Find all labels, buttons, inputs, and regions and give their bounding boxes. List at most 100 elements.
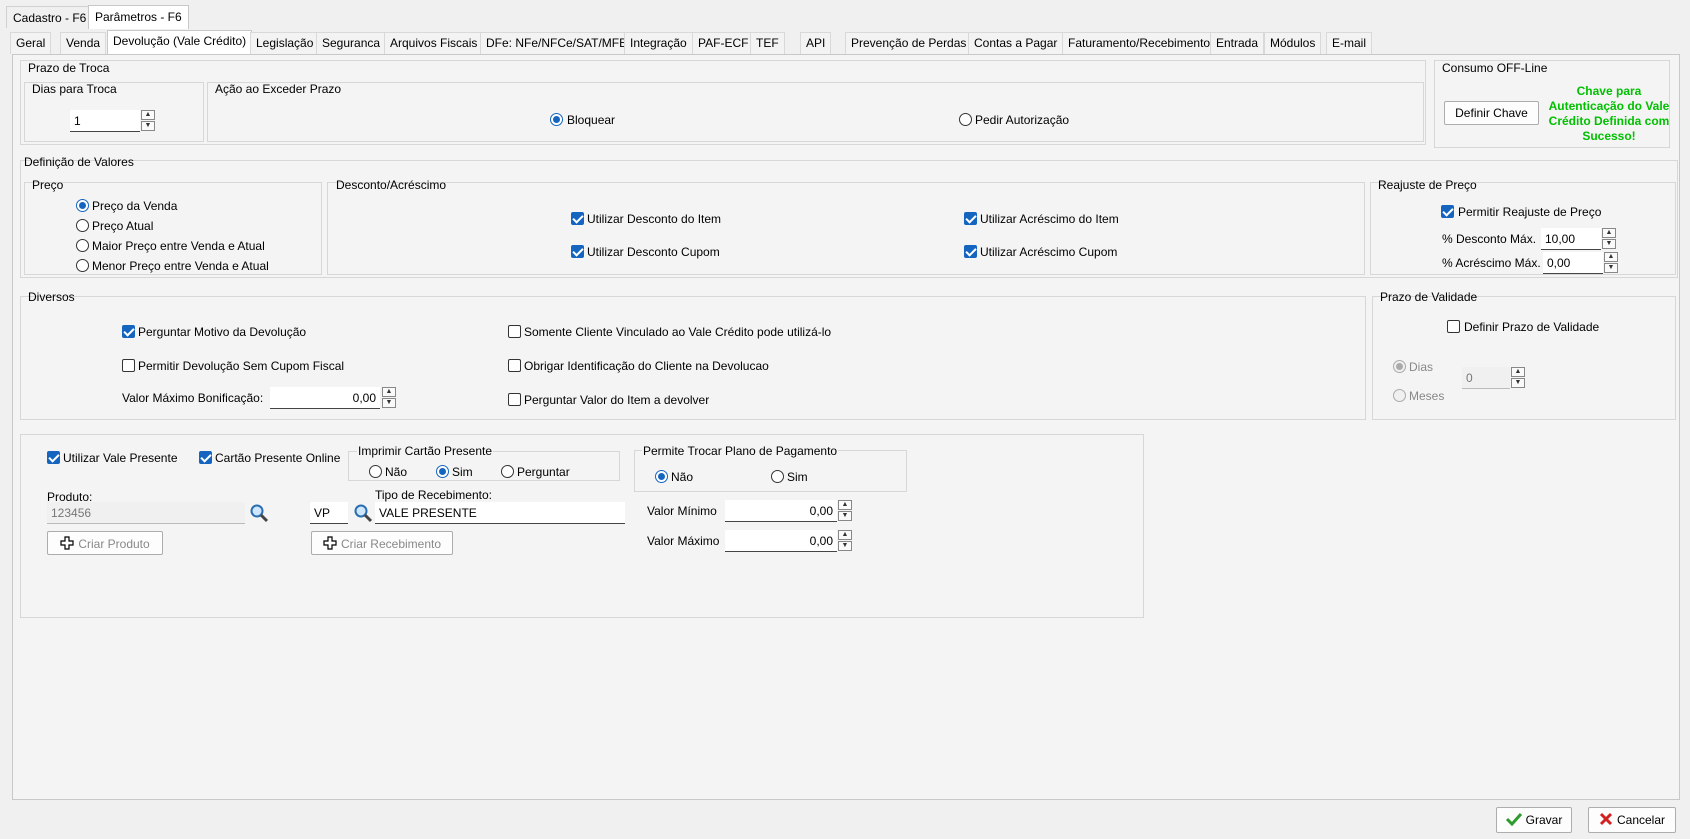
- dias-troca-spinner[interactable]: ▲ ▼: [141, 110, 155, 132]
- criar-recebimento-button[interactable]: Criar Recebimento: [311, 531, 453, 555]
- group-acao-exceder: [207, 82, 1424, 142]
- tab-faturamento[interactable]: Faturamento/Recebimento: [1062, 32, 1217, 54]
- check-utilizar-vale-presente[interactable]: [47, 451, 60, 464]
- gravar-label: Gravar: [1525, 813, 1563, 827]
- close-icon: [1599, 812, 1613, 826]
- check-perguntar-valor[interactable]: [508, 393, 521, 406]
- radio-menor-preco[interactable]: [76, 259, 89, 272]
- tab-email[interactable]: E-mail: [1326, 32, 1373, 54]
- check-acrescimo-cupom[interactable]: [964, 245, 977, 258]
- tab-seguranca[interactable]: Seguranca: [316, 32, 387, 54]
- acrescimo-max-label: % Acréscimo Máx.: [1442, 256, 1541, 270]
- tab-tef[interactable]: TEF: [750, 32, 785, 54]
- check-devolucao-sem-cupom[interactable]: [122, 359, 135, 372]
- preco-atual-label: Preço Atual: [92, 219, 154, 233]
- tab-devolucao[interactable]: Devolução (Vale Crédito): [107, 30, 253, 55]
- diversos-title: Diversos: [28, 290, 75, 304]
- tab-api[interactable]: API: [800, 32, 832, 54]
- tab-contas-pagar[interactable]: Contas a Pagar: [968, 32, 1064, 54]
- preco-title: Preço: [32, 178, 64, 192]
- tab-venda[interactable]: Venda: [60, 32, 107, 54]
- desconto-max-input[interactable]: [1541, 228, 1601, 250]
- validade-spinner[interactable]: ▲ ▼: [1511, 367, 1525, 389]
- validade-input[interactable]: [1462, 367, 1510, 389]
- radio-preco-venda[interactable]: [76, 199, 89, 212]
- radio-pedir-autorizacao[interactable]: [959, 113, 972, 126]
- dias-troca-title: Dias para Troca: [32, 82, 117, 96]
- desconto-item-label: Utilizar Desconto do Item: [587, 212, 722, 226]
- desconto-max-label: % Desconto Máx.: [1442, 232, 1537, 246]
- criar-produto-label: Criar Produto: [78, 537, 150, 551]
- valor-maximo-spinner[interactable]: ▲ ▼: [838, 530, 852, 552]
- radio-preco-atual[interactable]: [76, 219, 89, 232]
- bonificacao-spinner[interactable]: ▲ ▼: [382, 387, 396, 409]
- tipo-code-input[interactable]: [310, 502, 348, 524]
- obrigar-identificacao-label: Obrigar Identificação do Cliente na Devo…: [524, 359, 769, 373]
- tipo-recebimento-input[interactable]: [375, 502, 625, 524]
- check-definir-validade[interactable]: [1447, 320, 1460, 333]
- bonificacao-input[interactable]: [270, 387, 380, 409]
- desconto-acrescimo-title: Desconto/Acréscimo: [336, 178, 447, 192]
- acrescimo-max-input[interactable]: [1543, 252, 1603, 274]
- cartao-online-label: Cartão Presente Online: [215, 451, 341, 465]
- valor-maximo-input[interactable]: [725, 530, 837, 552]
- tab-entrada[interactable]: Entrada: [1210, 32, 1265, 54]
- radio-dias[interactable]: [1393, 360, 1406, 373]
- bloquear-label: Bloquear: [567, 113, 616, 127]
- cancelar-label: Cancelar: [1616, 813, 1666, 827]
- radio-bloquear[interactable]: [550, 113, 563, 126]
- tab-arquivos-fiscais[interactable]: Arquivos Fiscais: [384, 32, 484, 54]
- prazo-troca-title: Prazo de Troca: [28, 61, 110, 75]
- check-somente-cliente[interactable]: [508, 325, 521, 338]
- radio-plano-nao[interactable]: [655, 470, 668, 483]
- plus-icon: [60, 536, 74, 550]
- definir-chave-button[interactable]: Definir Chave: [1444, 101, 1539, 125]
- check-cartao-online[interactable]: [199, 451, 212, 464]
- definir-validade-label: Definir Prazo de Validade: [1464, 320, 1600, 334]
- top-tab-cadastro[interactable]: Cadastro - F6: [6, 6, 94, 28]
- acao-exceder-title: Ação ao Exceder Prazo: [215, 82, 342, 96]
- valor-minimo-spinner[interactable]: ▲ ▼: [838, 500, 852, 522]
- imprimir-perguntar-label: Perguntar: [517, 465, 570, 479]
- tab-paf-ecf[interactable]: PAF-ECF: [692, 32, 755, 54]
- desconto-max-spinner[interactable]: ▲ ▼: [1602, 228, 1616, 250]
- tab-prevencao-perdas[interactable]: Prevenção de Perdas: [845, 32, 973, 54]
- preco-venda-label: Preço da Venda: [92, 199, 178, 213]
- check-permitir-reajuste[interactable]: [1441, 205, 1454, 218]
- plus-icon: [323, 536, 337, 550]
- top-tab-parametros[interactable]: Parâmetros - F6: [88, 5, 189, 29]
- tab-geral[interactable]: Geral: [10, 32, 52, 54]
- perguntar-valor-label: Perguntar Valor do Item a devolver: [524, 393, 710, 407]
- dias-troca-input[interactable]: [70, 110, 140, 132]
- check-obrigar-identificacao[interactable]: [508, 359, 521, 372]
- meses-label: Meses: [1409, 389, 1445, 403]
- plano-sim-label: Sim: [787, 470, 808, 484]
- tipo-search-icon[interactable]: [352, 502, 374, 524]
- valor-minimo-input[interactable]: [725, 500, 837, 522]
- produto-input[interactable]: [47, 502, 245, 524]
- gravar-button[interactable]: Gravar: [1496, 807, 1572, 833]
- tab-integracao[interactable]: Integração: [624, 32, 693, 54]
- check-desconto-cupom[interactable]: [571, 245, 584, 258]
- acrescimo-item-label: Utilizar Acréscimo do Item: [980, 212, 1119, 226]
- criar-produto-button[interactable]: Criar Produto: [47, 531, 163, 555]
- chave-status-text: Chave para Autenticação do Vale Crédito …: [1548, 84, 1670, 143]
- tab-modulos[interactable]: Módulos: [1264, 32, 1322, 54]
- radio-imprimir-nao[interactable]: [369, 465, 382, 478]
- produto-search-icon[interactable]: [248, 502, 270, 524]
- radio-meses[interactable]: [1393, 389, 1406, 402]
- radio-plano-sim[interactable]: [771, 470, 784, 483]
- check-acrescimo-item[interactable]: [964, 212, 977, 225]
- check-desconto-item[interactable]: [571, 212, 584, 225]
- check-perguntar-motivo[interactable]: [122, 325, 135, 338]
- tab-dfe[interactable]: DFe: NFe/NFCe/SAT/MFE: [480, 32, 634, 54]
- acrescimo-max-spinner[interactable]: ▲ ▼: [1604, 252, 1618, 274]
- radio-imprimir-perguntar[interactable]: [501, 465, 514, 478]
- imprimir-sim-label: Sim: [452, 465, 473, 479]
- tab-legislacao[interactable]: Legislação: [250, 32, 320, 54]
- radio-imprimir-sim[interactable]: [436, 465, 449, 478]
- cancelar-button[interactable]: Cancelar: [1588, 807, 1676, 833]
- imprimir-nao-label: Não: [385, 465, 408, 479]
- tipo-recebimento-label: Tipo de Recebimento:: [375, 488, 492, 502]
- radio-maior-preco[interactable]: [76, 239, 89, 252]
